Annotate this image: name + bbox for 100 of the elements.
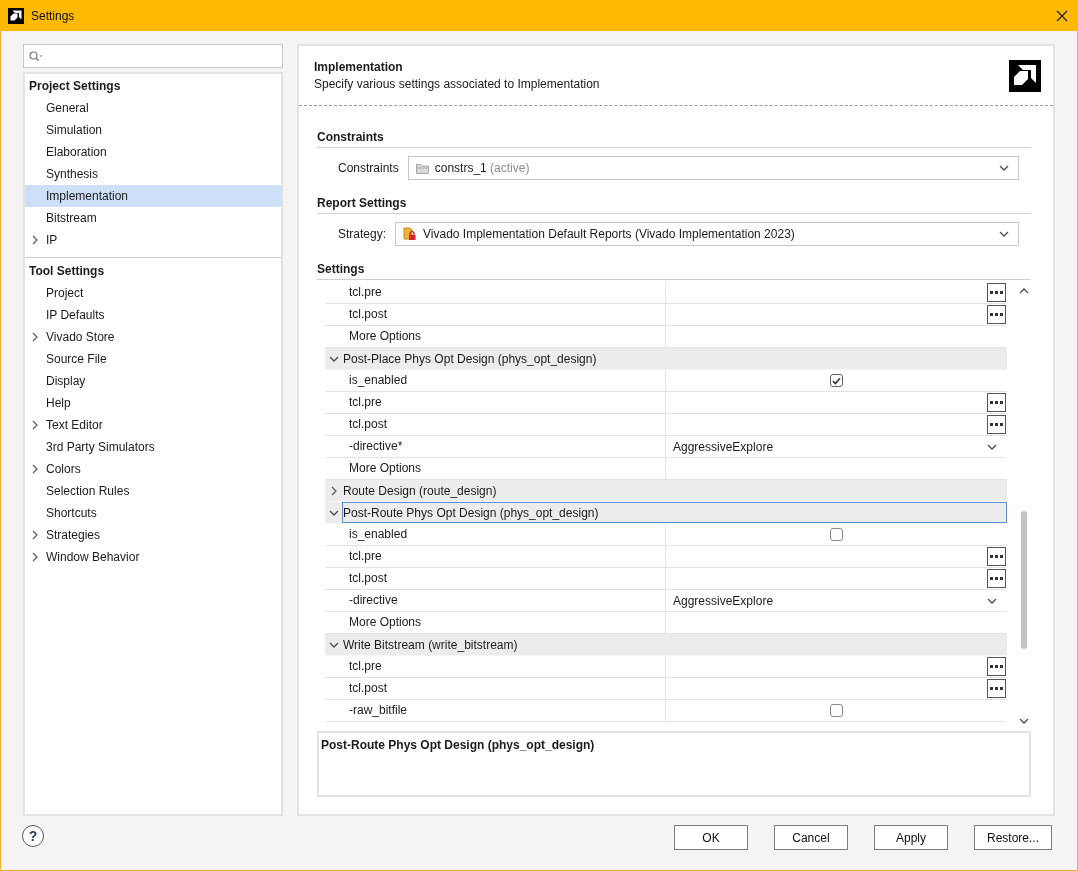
chevron-down-icon[interactable]: [328, 641, 339, 648]
section-heading: Constraints: [317, 129, 1031, 148]
checkbox[interactable]: [830, 374, 843, 387]
option-name-cell: tcl.pre: [325, 656, 666, 677]
tree-item[interactable]: Bitstream: [25, 207, 281, 229]
close-icon[interactable]: [1056, 9, 1068, 22]
browse-button[interactable]: [987, 283, 1006, 302]
ellipsis-icon: [990, 291, 1003, 294]
option-name-cell: -raw_bitfile: [325, 700, 666, 721]
option-name-cell: -directive: [325, 590, 666, 611]
option-name-cell: tcl.post: [325, 304, 666, 325]
tree-item[interactable]: Simulation: [25, 119, 281, 141]
dialog-button[interactable]: Apply: [873, 825, 948, 850]
tree-item[interactable]: Project: [25, 282, 281, 304]
group-label: Write Bitstream (write_bitstream): [342, 636, 519, 654]
tree-item[interactable]: Synthesis: [25, 163, 281, 185]
chevron-down-icon[interactable]: [999, 231, 1009, 237]
tree-item[interactable]: Selection Rules: [25, 480, 281, 502]
option-name-cell: -directive*: [325, 436, 666, 457]
option-name-cell: tcl.post: [325, 568, 666, 589]
tree-item[interactable]: Display: [25, 370, 281, 392]
help-button[interactable]: ?: [22, 825, 44, 847]
tree-section-title: Project Settings: [28, 78, 122, 95]
tree-item[interactable]: Text Editor: [25, 414, 281, 436]
tree-section-title: Tool Settings: [28, 263, 106, 280]
option-name-cell: More Options: [325, 458, 666, 479]
tree-item[interactable]: Vivado Store: [25, 326, 281, 348]
tree-item[interactable]: Shortcuts: [25, 502, 281, 524]
search-field[interactable]: [23, 44, 283, 68]
chevron-down-icon[interactable]: [987, 443, 997, 450]
dialog-button[interactable]: OK: [673, 825, 748, 850]
strategy-dropdown[interactable]: Vivado Implementation Default Reports (Vivado Implementation 2023): [395, 222, 1019, 246]
chevron-down-icon[interactable]: [999, 165, 1009, 171]
tree-item[interactable]: IP: [25, 229, 281, 251]
ellipsis-icon: [990, 313, 1003, 316]
tree-item[interactable]: Elaboration: [25, 141, 281, 163]
tree-item[interactable]: 3rd Party Simulators: [25, 436, 281, 458]
tree-item[interactable]: Help: [25, 392, 281, 414]
option-name-cell: tcl.post: [325, 678, 666, 699]
group-row[interactable]: Post-Place Phys Opt Design (phys_opt_design): [325, 348, 1007, 370]
chevron-right-icon[interactable]: [32, 464, 38, 474]
ellipsis-icon: [990, 687, 1003, 690]
option-name-cell: tcl.pre: [325, 546, 666, 567]
tree-item[interactable]: Strategies: [25, 524, 281, 546]
dropdown-field[interactable]: AggressiveExplore: [666, 590, 1007, 611]
browse-button[interactable]: [987, 679, 1006, 698]
chevron-right-icon[interactable]: [32, 552, 38, 562]
tree-item[interactable]: Implementation: [25, 185, 281, 207]
ellipsis-icon: [990, 577, 1003, 580]
ellipsis-icon: [990, 665, 1003, 668]
browse-button[interactable]: [987, 305, 1006, 324]
checkbox[interactable]: [830, 528, 843, 541]
browse-button[interactable]: [987, 393, 1006, 412]
dialog-button[interactable]: Restore...: [973, 825, 1052, 850]
browse-button[interactable]: [987, 415, 1006, 434]
browse-button[interactable]: [987, 657, 1006, 676]
chevron-right-icon[interactable]: [32, 530, 38, 540]
group-label: Post-Place Phys Opt Design (phys_opt_design): [342, 350, 598, 368]
scrollbar-thumb[interactable]: [1021, 511, 1027, 649]
window-title: Settings: [31, 8, 75, 23]
field-label: Constraints: [338, 161, 399, 175]
dropdown-field[interactable]: AggressiveExplore: [666, 436, 1007, 457]
dialog-button[interactable]: Cancel: [773, 825, 848, 850]
tree-item[interactable]: IP Defaults: [25, 304, 281, 326]
tree-item[interactable]: Source File: [25, 348, 281, 370]
chevron-up-icon[interactable]: [1019, 288, 1029, 294]
group-label: Route Design (route_design): [342, 482, 498, 500]
chevron-right-icon[interactable]: [330, 485, 337, 496]
chevron-down-icon[interactable]: [328, 509, 339, 516]
chevron-right-icon[interactable]: [32, 420, 38, 430]
browse-button[interactable]: [987, 547, 1006, 566]
constraints-dropdown[interactable]: constrs_1 (active): [407, 156, 1019, 180]
chevron-down-icon[interactable]: [987, 597, 997, 604]
option-name-cell: is_enabled: [325, 524, 666, 545]
option-name-cell: is_enabled: [325, 370, 666, 391]
tree-item[interactable]: Colors: [25, 458, 281, 480]
option-name-cell: tcl.post: [325, 414, 666, 435]
group-row[interactable]: Route Design (route_design): [325, 480, 1007, 502]
tree-item[interactable]: Window Behavior: [25, 546, 281, 568]
checkbox[interactable]: [830, 704, 843, 717]
option-name-cell: tcl.pre: [325, 392, 666, 413]
option-name-cell: tcl.pre: [325, 282, 666, 303]
chevron-right-icon[interactable]: [32, 332, 38, 342]
option-name-cell: More Options: [325, 326, 666, 347]
tree-item[interactable]: General: [25, 97, 281, 119]
ellipsis-icon: [990, 555, 1003, 558]
field-label: Strategy:: [338, 227, 387, 241]
section-heading: Report Settings: [317, 195, 1031, 214]
document-lock-icon: [403, 227, 418, 241]
browse-button[interactable]: [987, 569, 1006, 588]
ellipsis-icon: [990, 423, 1003, 426]
app-logo-icon: [8, 7, 24, 24]
checkmark-icon: [832, 376, 841, 385]
description-title: Post-Route Phys Opt Design (phys_opt_design): [321, 738, 596, 752]
chevron-right-icon[interactable]: [32, 235, 38, 245]
logo-icon: [1009, 59, 1041, 92]
panel-title: Implementation: [314, 60, 404, 74]
chevron-down-icon[interactable]: [1019, 718, 1029, 724]
chevron-down-icon[interactable]: [328, 355, 339, 362]
group-row[interactable]: Write Bitstream (write_bitstream): [325, 634, 1007, 656]
